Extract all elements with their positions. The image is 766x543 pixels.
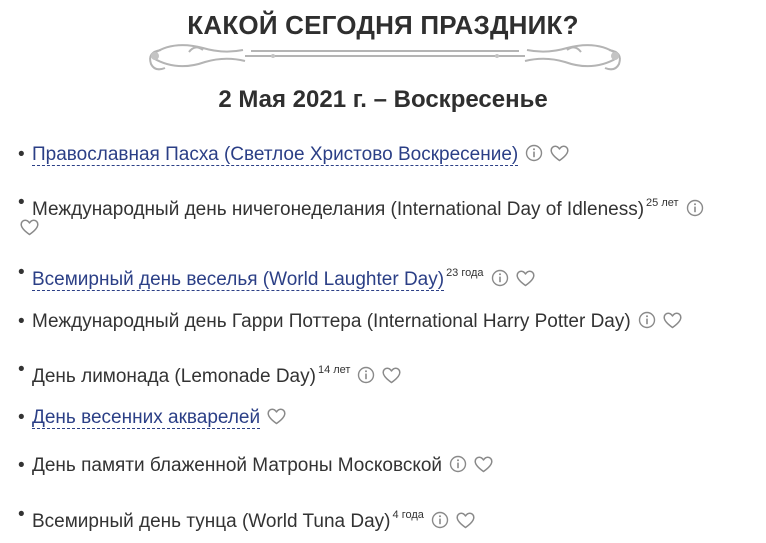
holiday-link[interactable]: День весенних акварелей xyxy=(32,407,261,429)
heart-icon[interactable] xyxy=(267,408,286,425)
heart-icon[interactable] xyxy=(20,219,39,236)
holiday-item: • День памяти блаженной Матроны Московско… xyxy=(18,454,766,478)
info-icon[interactable] xyxy=(686,199,704,217)
ornament-divider xyxy=(149,44,621,71)
holiday-age: 23 года xyxy=(446,267,484,279)
info-icon[interactable] xyxy=(525,144,543,162)
holiday-name: День лимонада (Lemonade Day) xyxy=(32,366,316,387)
holiday-name: Международный день ничегонеделания (Inte… xyxy=(32,199,645,220)
holiday-item: • День лимонада (Lemonade Day) 14 лет xyxy=(18,358,766,389)
holiday-link[interactable]: Всемирный день веселья (World Laughter D… xyxy=(32,269,445,291)
heart-icon[interactable] xyxy=(382,367,402,384)
heart-icon[interactable] xyxy=(550,145,569,162)
holiday-name: Международный день Гарри Поттера (Intern… xyxy=(32,311,631,332)
heart-icon[interactable] xyxy=(474,456,493,473)
holiday-age: 14 лет xyxy=(317,364,351,376)
list-bullet: • xyxy=(18,311,25,332)
holiday-item: • Международный день Гарри Поттера (Inter… xyxy=(18,310,766,334)
holiday-item: • Всемирный день веселья (World Laughter … xyxy=(18,261,766,292)
holiday-item: • Международный день ничегонеделания (Int… xyxy=(18,191,766,236)
list-bullet: • xyxy=(18,407,25,428)
info-icon[interactable] xyxy=(491,269,509,287)
list-bullet: • xyxy=(18,262,25,283)
list-bullet: • xyxy=(18,192,25,213)
holiday-item: • Всемирный день тунца (World Tuna Day) 4 … xyxy=(18,503,766,534)
info-icon[interactable] xyxy=(449,455,467,473)
holiday-age: 4 года xyxy=(392,509,424,521)
list-bullet: • xyxy=(18,144,25,165)
header: КАКОЙ СЕГОДНЯ ПРАЗДНИК? xyxy=(0,0,766,80)
holiday-item: • День весенних акварелей xyxy=(18,406,766,430)
holiday-item: • Православная Пасха (Светлое Христово Во… xyxy=(18,143,766,167)
info-icon[interactable] xyxy=(431,511,449,529)
heart-icon[interactable] xyxy=(663,312,682,329)
holiday-link[interactable]: Православная Пасха (Светлое Христово Вос… xyxy=(32,144,519,166)
holiday-name: День памяти блаженной Матроны Московской xyxy=(32,455,443,476)
info-icon[interactable] xyxy=(357,366,375,384)
list-bullet: • xyxy=(18,455,25,476)
date-heading: 2 Мая 2021 г. – Воскресенье xyxy=(218,86,548,113)
holiday-age: 25 лет xyxy=(646,197,679,209)
list-bullet: • xyxy=(18,359,25,380)
heart-icon[interactable] xyxy=(456,512,475,529)
heart-icon[interactable] xyxy=(515,270,535,287)
holiday-name: Всемирный день тунца (World Tuna Day) xyxy=(32,511,391,532)
info-icon[interactable] xyxy=(638,311,656,329)
list-bullet: • xyxy=(18,504,25,525)
